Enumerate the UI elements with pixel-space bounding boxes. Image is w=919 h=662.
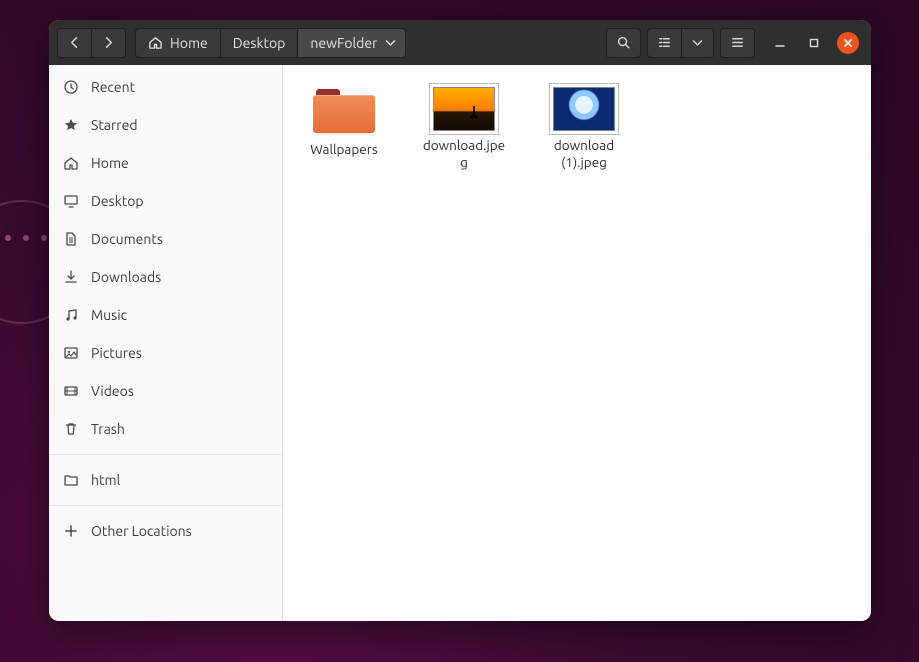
sidebar-item-label: Starred bbox=[91, 117, 138, 133]
download-icon bbox=[63, 269, 79, 285]
image-thumbnail bbox=[553, 87, 615, 131]
chevron-down-icon bbox=[691, 36, 704, 49]
sidebar-item-html[interactable]: html bbox=[49, 461, 282, 499]
sidebar-item-downloads[interactable]: Downloads bbox=[49, 258, 282, 296]
document-icon bbox=[63, 231, 79, 247]
star-icon bbox=[63, 117, 79, 133]
breadcrumb-home[interactable]: Home bbox=[135, 28, 220, 58]
forward-button[interactable] bbox=[91, 28, 126, 58]
sidebar-item-label: Other Locations bbox=[91, 523, 192, 539]
sidebar-item-recent[interactable]: Recent bbox=[49, 68, 282, 106]
home-icon bbox=[63, 155, 79, 171]
sidebar-item-label: Documents bbox=[91, 231, 163, 247]
image-file-item[interactable]: download (1).jpeg bbox=[541, 87, 627, 171]
chevron-left-icon bbox=[67, 35, 82, 50]
sidebar-separator bbox=[49, 505, 282, 506]
music-icon bbox=[63, 307, 79, 323]
sidebar-item-label: html bbox=[91, 472, 120, 488]
file-icon-view[interactable]: Wallpapers download.jpeg download (1).jp… bbox=[283, 65, 871, 621]
sidebar-item-pictures[interactable]: Pictures bbox=[49, 334, 282, 372]
file-label: download (1).jpeg bbox=[541, 137, 627, 171]
maximize-icon bbox=[808, 37, 820, 49]
picture-icon bbox=[63, 345, 79, 361]
close-icon bbox=[842, 37, 854, 49]
sidebar-item-label: Videos bbox=[91, 383, 134, 399]
window-body: Recent Starred Home Desktop Documents Do… bbox=[49, 65, 871, 621]
breadcrumb-label: Desktop bbox=[233, 35, 286, 51]
home-icon bbox=[148, 35, 163, 50]
path-bar: Home Desktop newFolder bbox=[135, 28, 406, 58]
sidebar-item-documents[interactable]: Documents bbox=[49, 220, 282, 258]
desktop-icon bbox=[63, 193, 79, 209]
sidebar-item-label: Desktop bbox=[91, 193, 144, 209]
folder-item[interactable]: Wallpapers bbox=[301, 87, 387, 171]
image-file-item[interactable]: download.jpeg bbox=[421, 87, 507, 171]
hamburger-menu-button[interactable] bbox=[720, 28, 755, 58]
sidebar-item-label: Music bbox=[91, 307, 127, 323]
nav-buttons bbox=[57, 28, 126, 58]
sidebar-item-label: Downloads bbox=[91, 269, 161, 285]
list-icon bbox=[657, 35, 672, 50]
chevron-right-icon bbox=[101, 35, 116, 50]
file-label: Wallpapers bbox=[310, 141, 377, 158]
video-icon bbox=[63, 383, 79, 399]
maximize-button[interactable] bbox=[803, 32, 825, 54]
folder-icon bbox=[63, 472, 79, 488]
search-button[interactable] bbox=[606, 28, 641, 58]
breadcrumb-desktop[interactable]: Desktop bbox=[220, 28, 298, 58]
minimize-icon bbox=[774, 37, 786, 49]
sidebar-item-label: Pictures bbox=[91, 345, 142, 361]
sidebar-separator bbox=[49, 454, 282, 455]
sidebar-item-desktop[interactable]: Desktop bbox=[49, 182, 282, 220]
sidebar-item-label: Trash bbox=[91, 421, 125, 437]
folder-icon bbox=[313, 87, 375, 135]
sidebar-item-label: Recent bbox=[91, 79, 135, 95]
sidebar-item-starred[interactable]: Starred bbox=[49, 106, 282, 144]
sidebar-item-home[interactable]: Home bbox=[49, 144, 282, 182]
window-controls bbox=[769, 32, 859, 54]
plus-icon bbox=[63, 523, 79, 539]
menu-icon bbox=[730, 35, 745, 50]
view-controls bbox=[647, 28, 714, 58]
headerbar: Home Desktop newFolder bbox=[49, 20, 871, 65]
file-label: download.jpeg bbox=[421, 137, 507, 171]
list-view-button[interactable] bbox=[647, 28, 681, 58]
back-button[interactable] bbox=[57, 28, 91, 58]
sidebar-item-other-locations[interactable]: Other Locations bbox=[49, 512, 282, 550]
sidebar-item-videos[interactable]: Videos bbox=[49, 372, 282, 410]
chevron-down-icon bbox=[384, 36, 397, 49]
file-manager-window: Home Desktop newFolder bbox=[49, 20, 871, 621]
clock-icon bbox=[63, 79, 79, 95]
sidebar-item-music[interactable]: Music bbox=[49, 296, 282, 334]
search-icon bbox=[616, 35, 631, 50]
sidebar-item-trash[interactable]: Trash bbox=[49, 410, 282, 448]
breadcrumb-label: newFolder bbox=[310, 35, 377, 51]
breadcrumb-label: Home bbox=[170, 35, 208, 51]
view-options-button[interactable] bbox=[681, 28, 714, 58]
sidebar: Recent Starred Home Desktop Documents Do… bbox=[49, 65, 283, 621]
trash-icon bbox=[63, 421, 79, 437]
minimize-button[interactable] bbox=[769, 32, 791, 54]
image-thumbnail bbox=[433, 87, 495, 131]
close-button[interactable] bbox=[837, 32, 859, 54]
sidebar-item-label: Home bbox=[91, 155, 129, 171]
breadcrumb-current[interactable]: newFolder bbox=[297, 28, 406, 58]
